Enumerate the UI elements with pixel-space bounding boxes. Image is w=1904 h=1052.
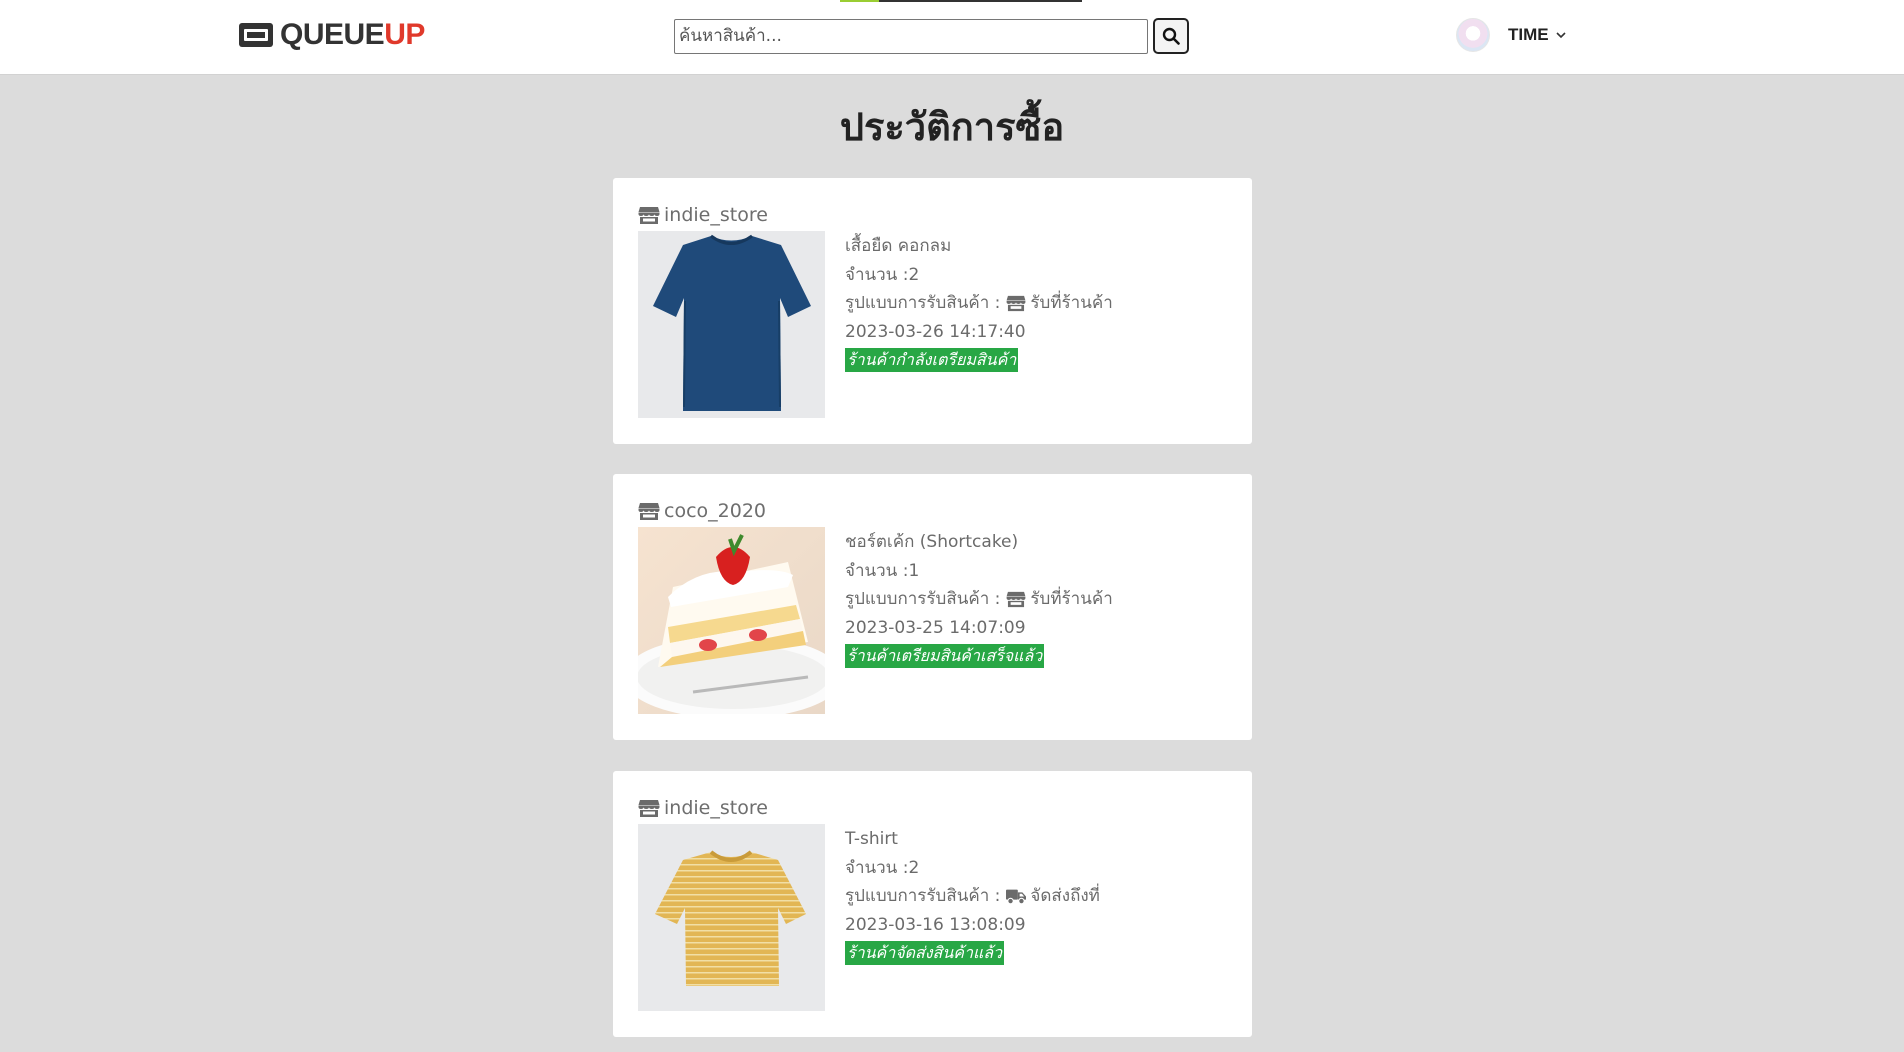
strawberry-shortcake-image xyxy=(638,527,825,714)
navy-tshirt-image xyxy=(638,231,825,418)
product-name: ชอร์ตเค้ก (Shortcake) xyxy=(845,532,1019,552)
chevron-down-icon[interactable] xyxy=(1555,29,1567,41)
store-name[interactable]: coco_2020 xyxy=(664,500,766,522)
order-datetime: 2023-03-26 14:17:40 xyxy=(845,321,1026,342)
quantity-label: จำนวน : xyxy=(845,264,909,285)
product-image xyxy=(638,527,825,714)
order-datetime: 2023-03-16 13:08:09 xyxy=(845,914,1026,935)
yellow-striped-tshirt-image xyxy=(638,824,825,1011)
store-icon xyxy=(638,502,660,520)
order-info: ชอร์ตเค้ก (Shortcake) จำนวน : 1 รูปแบบกา… xyxy=(845,528,1113,668)
search-bar xyxy=(674,18,1189,54)
store-icon xyxy=(638,206,660,224)
order-info: T-shirt จำนวน : 2 รูปแบบการรับสินค้า : จ… xyxy=(845,825,1100,965)
quantity-value: 2 xyxy=(908,264,920,285)
quantity-label: จำนวน : xyxy=(845,857,909,878)
brand-name: QUEUEUP xyxy=(280,18,425,52)
brand-logo[interactable]: QUEUEUP xyxy=(238,17,425,53)
delivery-label: รูปแบบการรับสินค้า : xyxy=(845,589,1001,609)
quantity-label: จำนวน : xyxy=(845,560,909,581)
store-name[interactable]: indie_store xyxy=(664,204,768,226)
order-datetime: 2023-03-25 14:07:09 xyxy=(845,617,1026,638)
delivery-value: รับที่ร้านค้า xyxy=(1030,589,1113,609)
product-image xyxy=(638,824,825,1011)
brand-name-part2: UP xyxy=(384,18,425,51)
brand-name-part1: QUEUE xyxy=(280,18,385,51)
delivery-value: รับที่ร้านค้า xyxy=(1030,293,1113,313)
delivery-label: รูปแบบการรับสินค้า : xyxy=(845,293,1001,313)
quantity-value: 1 xyxy=(908,560,920,581)
store-icon xyxy=(1007,591,1026,607)
store-link[interactable]: coco_2020 xyxy=(638,500,766,522)
loading-progress-fill xyxy=(840,0,879,2)
search-button[interactable] xyxy=(1153,18,1189,54)
user-name[interactable]: TIME xyxy=(1508,25,1549,45)
order-card: coco_2020 ชอร์ตเค้ก (Shortcake) จำนวน: … xyxy=(613,474,1252,740)
status-badge: ร้านค้าจัดส่งสินค้าแล้ว xyxy=(845,941,1005,965)
order-info: เสื้อยืด คอกลม จำนวน : 2 รูปแบบการรับสิน… xyxy=(845,232,1113,372)
delivery-label: รูปแบบการรับสินค้า : xyxy=(845,886,1001,906)
ticket-icon xyxy=(239,23,273,47)
delivery-line: รูปแบบการรับสินค้า : รับที่ร้านค้า xyxy=(845,585,1113,614)
store-link[interactable]: indie_store xyxy=(638,204,768,226)
product-name: T-shirt xyxy=(845,829,898,849)
delivery-line: รูปแบบการรับสินค้า : จัดส่งถึงที่ xyxy=(845,882,1100,911)
product-name: เสื้อยืด คอกลม xyxy=(845,236,952,256)
delivery-line: รูปแบบการรับสินค้า : รับที่ร้านค้า xyxy=(845,289,1113,318)
quantity-line: จำนวน : 2 xyxy=(845,854,1100,883)
store-icon xyxy=(1007,295,1026,311)
quantity-line: จำนวน : 2 xyxy=(845,261,1113,290)
quantity-value: 2 xyxy=(908,857,920,878)
page-title: ประวัติการซื้อ xyxy=(839,105,1065,149)
order-card: indie_store เสื้อยืด คอกลม จำนวน : 2 รูป… xyxy=(613,178,1252,444)
navbar: QUEUEUP TIME xyxy=(0,0,1904,75)
quantity-line: จำนวน : 1 xyxy=(845,557,1113,586)
avatar[interactable] xyxy=(1456,18,1490,52)
store-icon xyxy=(638,799,660,817)
status-badge: ร้านค้ากำลังเตรียมสินค้า xyxy=(845,348,1019,372)
search-input[interactable] xyxy=(674,18,1148,54)
order-card: indie_store T-shirt จำนวน : 2 รูปแบบการร… xyxy=(613,771,1252,1037)
search-icon xyxy=(1162,27,1180,45)
status-badge: ร้านค้าเตรียมสินค้าเสร็จแล้ว xyxy=(845,644,1045,668)
truck-icon xyxy=(1006,889,1027,905)
product-image xyxy=(638,231,825,418)
store-link[interactable]: indie_store xyxy=(638,797,768,819)
store-name[interactable]: indie_store xyxy=(664,797,768,819)
loading-progress-bar xyxy=(840,0,1082,2)
user-menu[interactable]: TIME xyxy=(1456,17,1567,53)
delivery-value: จัดส่งถึงที่ xyxy=(1030,886,1100,906)
